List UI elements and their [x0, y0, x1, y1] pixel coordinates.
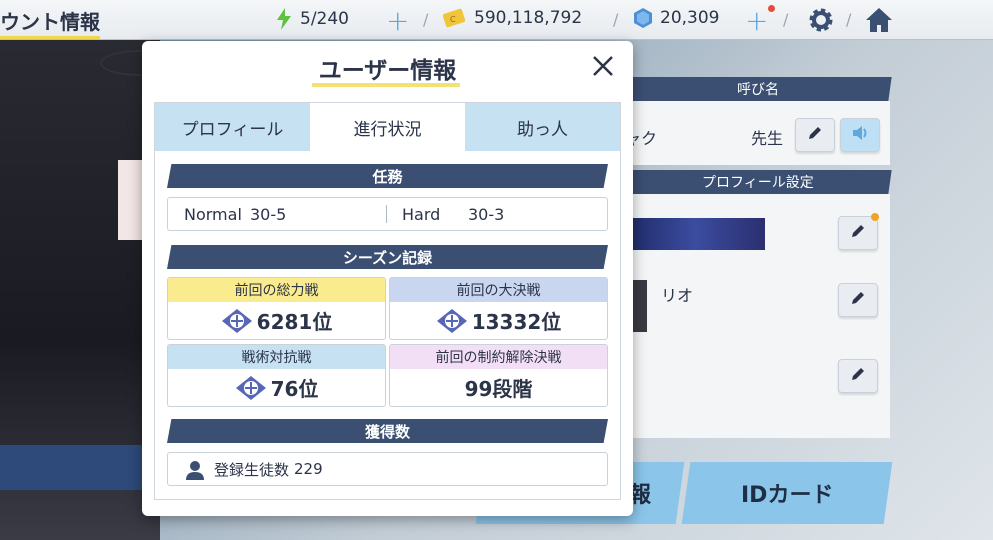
record-value: 6281位 — [256, 310, 333, 334]
season-header: シーズン記録 — [167, 245, 608, 269]
hard-label: Hard — [402, 204, 441, 224]
notification-dot — [871, 213, 879, 221]
record-label: 前回の総力戦 — [168, 278, 385, 302]
gear-icon[interactable] — [806, 6, 836, 34]
ap-counter: 5/240 — [276, 8, 349, 30]
normal-value: 30-5 — [250, 204, 287, 224]
page-title: ウント情報 — [0, 6, 100, 39]
speaker-icon — [851, 125, 869, 145]
acquired-box: 登録生徒数 229 — [167, 452, 608, 486]
rank-emblem-icon — [221, 308, 252, 333]
record-label: 前回の大決戦 — [390, 278, 607, 302]
rank-emblem-icon — [436, 308, 467, 333]
credit-value: 590,118,792 — [474, 8, 583, 28]
record-label: 戦術対抗戦 — [168, 345, 385, 369]
normal-label: Normal — [184, 204, 242, 224]
students-value: 229 — [294, 460, 323, 478]
record-value: 13332位 — [471, 310, 562, 334]
season-record-tactical-challenge: 戦術対抗戦 76位 — [167, 344, 386, 407]
credit-icon: C — [442, 8, 466, 28]
home-icon[interactable] — [863, 5, 895, 35]
tab-progress[interactable]: 進行状況 — [310, 103, 465, 151]
edit-assistant-button[interactable] — [838, 283, 878, 317]
edit-profile-item-button[interactable] — [838, 359, 878, 393]
season-record-total-assault: 前回の総力戦 6281位 — [167, 277, 386, 340]
user-icon — [186, 460, 204, 484]
gem-counter: 20,309 — [634, 8, 719, 28]
rank-emblem-icon — [235, 375, 266, 400]
divider: / — [423, 10, 429, 29]
divider: / — [783, 10, 789, 29]
notification-dot — [768, 5, 775, 12]
profile-settings-header: プロフィール設定 — [623, 170, 892, 194]
svg-text:C: C — [450, 15, 456, 24]
divider: / — [613, 10, 619, 29]
title-underline — [312, 83, 460, 87]
profile-settings-card: リオ — [625, 194, 890, 438]
students-label: 登録生徒数 — [214, 460, 290, 479]
record-value: 76位 — [270, 377, 319, 401]
season-record-limit-break: 前回の制約解除決戦 99段階 — [389, 344, 608, 407]
pencil-icon — [849, 365, 867, 387]
acquired-header: 獲得数 — [167, 419, 608, 443]
modal-title: ユーザー情報 — [318, 58, 457, 84]
tab-bar: プロフィール 進行状況 助っ人 — [155, 103, 620, 151]
honorific-value: 先生 — [751, 129, 784, 148]
add-gem-button[interactable]: + — [745, 4, 768, 37]
divider — [386, 205, 387, 223]
pencil-icon — [849, 222, 867, 244]
record-value-row: 99段階 — [390, 369, 607, 406]
pencil-icon — [806, 124, 824, 146]
tab-profile[interactable]: プロフィール — [155, 103, 310, 151]
missions-header: 任務 — [167, 164, 608, 188]
hard-value: 30-3 — [468, 204, 505, 224]
close-icon — [591, 54, 615, 82]
season-record-grand-assault: 前回の大決戦 13332位 — [389, 277, 608, 340]
gem-value: 20,309 — [660, 8, 720, 28]
nickname-card: ャク 先生 — [625, 101, 890, 165]
record-label: 前回の制約解除決戦 — [390, 345, 607, 369]
modal-body: プロフィール 進行状況 助っ人 任務 Normal 30-5 Hard 30-3… — [154, 102, 621, 500]
assistant-name: リオ — [661, 286, 694, 305]
progress-content: 任務 Normal 30-5 Hard 30-3 シーズン記録 前回の総力戦 6… — [155, 151, 620, 499]
user-info-modal: ユーザー情報 プロフィール 進行状況 助っ人 任務 Normal 30-5 Ha… — [142, 41, 633, 516]
gem-icon — [634, 8, 652, 28]
credit-counter: C 590,118,792 — [442, 8, 582, 28]
banner-image — [625, 218, 765, 250]
edit-nickname-button[interactable] — [795, 118, 835, 152]
record-value-row: 13332位 — [390, 302, 607, 339]
record-value-row: 6281位 — [168, 302, 385, 339]
voice-button[interactable] — [840, 118, 880, 152]
edit-banner-button[interactable] — [838, 216, 878, 250]
top-bar: ウント情報 5/240 + / C 590,118,792 / 20,309 +… — [0, 0, 993, 40]
close-button[interactable] — [588, 53, 618, 83]
ap-value: 5/240 — [300, 9, 349, 29]
id-card-button[interactable]: IDカード — [681, 462, 893, 524]
tab-helper[interactable]: 助っ人 — [465, 103, 620, 151]
record-value-row: 76位 — [168, 369, 385, 406]
missions-box: Normal 30-5 Hard 30-3 — [167, 197, 608, 231]
left-band — [0, 445, 150, 490]
lightning-icon — [276, 8, 292, 30]
add-ap-button[interactable]: + — [386, 4, 409, 37]
record-value: 99段階 — [464, 377, 533, 401]
nickname-header: 呼び名 — [623, 77, 892, 101]
divider: / — [846, 10, 852, 29]
pencil-icon — [849, 289, 867, 311]
